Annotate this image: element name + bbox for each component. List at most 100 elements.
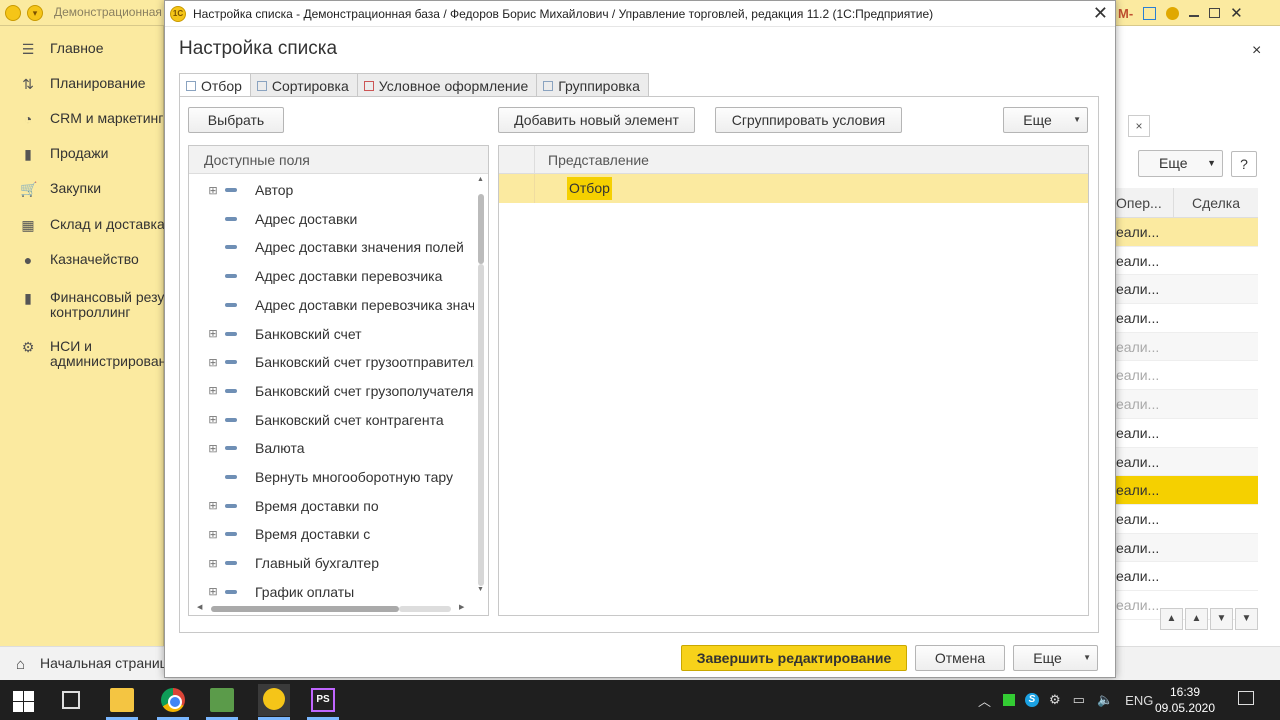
sidebar-item[interactable]: ⚙ НСИ и администрировани [0,339,164,369]
sidebar-item[interactable]: ☰ Главное [0,41,164,57]
expand-icon[interactable]: ⊞ [207,384,219,397]
sidebar-item[interactable]: ▮ Финансовый резул контроллинг [0,290,164,320]
close-icon[interactable]: ✕ [1230,4,1243,22]
sidebar-item[interactable]: ▮ Продажи [0,146,164,162]
horizontal-scrollbar[interactable]: ◀ ▶ [189,601,476,615]
tree-item[interactable]: ⊞ Время доставки по [189,492,475,520]
scrollbar-track[interactable] [399,606,451,612]
tree-item[interactable]: ⊞ Банковский счет грузополучателя [189,377,475,405]
chrome-icon[interactable] [161,688,185,712]
expand-icon[interactable]: ⊞ [207,327,219,340]
tree-item[interactable]: ⊞ Банковский счет контрагента [189,406,475,434]
expand-icon[interactable]: ⊞ [207,585,219,598]
tree-item[interactable]: Адрес доставки [189,205,475,233]
table-row[interactable]: еали... [1116,332,1258,362]
windows-start-icon[interactable] [12,688,36,712]
tree-item[interactable]: ⊞ Валюта [189,434,475,462]
volume-icon[interactable]: 🔈 [1097,692,1113,708]
tree-item[interactable]: Адрес доставки значения полей [189,233,475,261]
table-row[interactable]: еали... [1116,505,1258,534]
group-conditions-button[interactable]: Сгруппировать условия [715,107,902,133]
background-clear-icon[interactable]: × [1128,115,1150,137]
table-row[interactable]: еали... [1116,218,1258,247]
phpstorm-icon[interactable]: PS [311,688,335,712]
table-row[interactable]: еали... [1116,533,1258,563]
notifications-icon[interactable] [1238,691,1254,705]
scroll-down-icon[interactable]: ▼ [1210,608,1233,630]
minimize-icon[interactable] [1189,15,1200,17]
display-icon[interactable]: ▭ [1073,692,1085,708]
background-more-button[interactable]: Еще ▼ [1138,150,1223,177]
expand-icon[interactable]: ⊞ [207,442,219,455]
expand-icon[interactable]: ⊞ [207,528,219,541]
expand-icon[interactable]: ⊞ [207,356,219,369]
network-icon[interactable]: ⚙ [1049,692,1061,708]
scrollbar-track[interactable] [478,264,484,586]
scroll-up-icon[interactable]: ▲ [477,176,484,183]
expand-icon[interactable]: ⊞ [207,184,219,197]
expand-icon[interactable]: ⊞ [207,499,219,512]
scroll-right-icon[interactable]: ▶ [459,603,464,611]
info-icon[interactable] [1166,6,1180,20]
1c-enterprise-icon[interactable] [258,684,290,716]
clock[interactable]: 16:39 09.05.2020 [1150,684,1220,716]
select-button[interactable]: Выбрать [188,107,284,133]
scroll-up-icon[interactable]: ▲ [1185,608,1208,630]
table-row[interactable]: еали... [1116,390,1258,419]
column-header-deal[interactable]: Сделка [1174,188,1258,217]
footer-more-button[interactable]: Еще ▼ [1013,645,1098,671]
table-row[interactable]: еали... [1116,419,1258,448]
more-button[interactable]: Еще ▼ [1003,107,1088,133]
sidebar-item[interactable]: ◔ CRM и маркетинг [0,111,164,127]
add-new-element-button[interactable]: Добавить новый элемент [498,107,695,133]
tab-filter[interactable]: Отбор [179,73,251,98]
finish-editing-button[interactable]: Завершить редактирование [681,645,907,671]
file-explorer-icon[interactable] [110,688,134,712]
scroll-down-icon[interactable]: ▼ [477,586,484,593]
tree-item[interactable]: ⊞ Время доставки с [189,520,475,548]
home-icon[interactable]: ⌂ [16,656,25,673]
memory-icon[interactable]: M- [1118,6,1133,21]
table-row[interactable]: еали... [1116,476,1258,505]
tab-sorting[interactable]: Сортировка [249,73,358,97]
expand-icon[interactable]: ⊞ [207,413,219,426]
cancel-button[interactable]: Отмена [915,645,1005,671]
tab-grouping[interactable]: Группировка [536,73,649,97]
sidebar-item[interactable]: ⇅ Планирование [0,76,164,92]
scroll-top-icon[interactable]: ▲ [1160,608,1183,630]
scroll-bottom-icon[interactable]: ▼ [1235,608,1258,630]
sidebar-item[interactable]: ▦ Склад и доставка [0,217,164,233]
tree-item[interactable]: Адрес доставки перевозчика значен [189,291,475,319]
tree-item[interactable]: ⊞ Автор [189,176,475,204]
dialog-close-icon[interactable]: ✕ [1093,3,1108,23]
app-logo-icon[interactable] [5,5,21,21]
app-menu-icon[interactable]: ▾ [27,5,43,21]
skype-icon[interactable]: S [1025,693,1040,707]
background-close-icon[interactable]: × [1252,42,1261,60]
home-page-link[interactable]: Начальная страница [40,655,175,671]
tab-conditional-format[interactable]: Условное оформление [356,73,538,97]
maximize-icon[interactable] [1209,8,1221,18]
tree-item[interactable]: Вернуть многооборотную тару [189,463,475,491]
task-view-icon[interactable] [62,691,80,709]
table-row[interactable]: еали... [1116,247,1258,276]
tray-expand-icon[interactable]: ︿ [978,691,991,710]
scroll-left-icon[interactable]: ◀ [197,603,202,611]
tree-item[interactable]: ⊞ Главный бухгалтер [189,549,475,577]
expand-icon[interactable]: ⊞ [207,557,219,570]
notepad-icon[interactable] [210,688,234,712]
table-row[interactable]: еали... [1116,361,1258,391]
table-row[interactable]: еали... [1116,562,1258,591]
green-flag-icon[interactable] [1003,694,1016,706]
table-row[interactable]: еали... [1116,447,1258,477]
sidebar-item[interactable]: 🛒 Закупки [0,181,164,197]
scrollbar-thumb[interactable] [478,194,484,264]
column-header-operation[interactable]: Опер... [1116,188,1174,217]
tree-item[interactable]: Адрес доставки перевозчика [189,262,475,290]
table-row[interactable]: еали... [1116,275,1258,305]
windows-icon[interactable] [1143,6,1157,20]
sidebar-item[interactable]: ● Казначейство [0,252,164,268]
background-help-button[interactable]: ? [1231,151,1257,177]
scrollbar-thumb[interactable] [211,606,399,612]
tree-item[interactable]: ⊞ Банковский счет грузоотправителя [189,348,475,376]
